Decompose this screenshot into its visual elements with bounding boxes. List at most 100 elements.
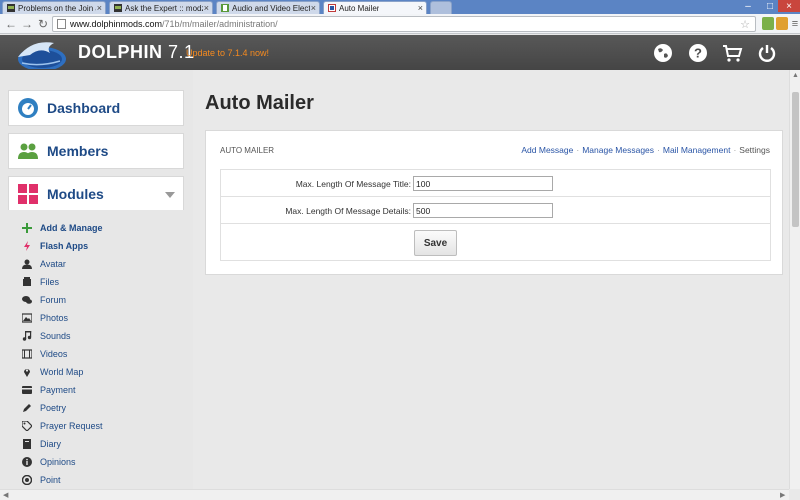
vertical-scrollbar[interactable]: ▲ bbox=[789, 70, 800, 489]
panel-title: AUTO MAILER bbox=[220, 146, 275, 155]
tab-close-icon[interactable]: × bbox=[204, 3, 209, 13]
address-bar[interactable]: www.dolphinmods.com/71b/m/mailer/adminis… bbox=[52, 16, 756, 32]
sidebar-item-modules[interactable]: Modules bbox=[8, 176, 184, 212]
plus-icon bbox=[22, 223, 32, 233]
mail-management-link[interactable]: Mail Management bbox=[663, 145, 731, 155]
save-button[interactable]: Save bbox=[414, 230, 457, 256]
tab-label: Ask the Expert :: modzzz bbox=[125, 3, 203, 13]
help-icon[interactable]: ? bbox=[687, 42, 709, 64]
forum-icon bbox=[22, 295, 32, 305]
browser-tab-bar: Problems on the Join and × Ask the Exper… bbox=[0, 0, 800, 14]
module-item-label: Files bbox=[40, 277, 60, 287]
pencil-icon bbox=[22, 403, 32, 413]
module-item-prayer-request[interactable]: Prayer Request bbox=[22, 418, 103, 434]
module-item-opinions[interactable]: Opinions bbox=[22, 454, 76, 470]
title-length-input[interactable] bbox=[413, 176, 553, 191]
settings-current-link: Settings bbox=[739, 145, 770, 155]
browser-tab-3[interactable]: Audio and Video Electron × bbox=[216, 1, 320, 14]
book-icon bbox=[22, 439, 32, 449]
point-icon bbox=[22, 475, 32, 485]
module-item-label: Diary bbox=[40, 439, 62, 449]
tab-close-icon[interactable]: × bbox=[311, 3, 316, 13]
module-item-diary[interactable]: Diary bbox=[22, 436, 61, 452]
brand-name: DOLPHIN bbox=[78, 42, 163, 62]
module-item-forum[interactable]: Forum bbox=[22, 292, 66, 308]
form-row-title-length: Max. Length Of Message Title: bbox=[221, 170, 770, 197]
power-icon[interactable] bbox=[756, 42, 778, 64]
module-item-label: Prayer Request bbox=[40, 421, 103, 431]
chevron-down-icon[interactable] bbox=[165, 192, 175, 198]
module-item-label: Forum bbox=[40, 295, 67, 305]
forward-arrow-icon[interactable]: → bbox=[20, 17, 34, 31]
module-item-add-manage[interactable]: Add & Manage bbox=[22, 220, 103, 236]
panel-nav-links: Add Message · Manage Messages · Mail Man… bbox=[521, 145, 770, 155]
module-item-label: Payment bbox=[40, 385, 76, 395]
module-item-avatar[interactable]: Avatar bbox=[22, 256, 66, 272]
cart-icon[interactable] bbox=[721, 42, 743, 64]
files-icon bbox=[22, 277, 32, 287]
sidebar-label: Modules bbox=[47, 186, 104, 202]
sidebar-item-members[interactable]: Members bbox=[8, 133, 184, 169]
site-favicon-icon bbox=[221, 4, 229, 12]
sidebar-item-dashboard[interactable]: Dashboard bbox=[8, 90, 184, 126]
info-icon bbox=[22, 457, 32, 467]
browser-toolbar: ← → ↻ www.dolphinmods.com/71b/m/mailer/a… bbox=[0, 14, 800, 34]
add-message-link[interactable]: Add Message bbox=[521, 145, 573, 155]
menu-icon[interactable]: ≡ bbox=[788, 17, 800, 31]
scroll-up-icon[interactable]: ▲ bbox=[792, 72, 799, 79]
tab-label: Audio and Video Electron bbox=[232, 3, 310, 13]
avatar-icon bbox=[22, 259, 32, 269]
manage-messages-link[interactable]: Manage Messages bbox=[582, 145, 654, 155]
browser-tab-4-active[interactable]: Auto Mailer × bbox=[323, 1, 427, 14]
extension-icon[interactable] bbox=[776, 17, 788, 30]
tab-close-icon[interactable]: × bbox=[418, 3, 423, 13]
flash-icon bbox=[22, 241, 32, 251]
browser-tab-1[interactable]: Problems on the Join and × bbox=[2, 1, 106, 14]
sidebar-label: Dashboard bbox=[47, 100, 121, 116]
module-item-point[interactable]: Point bbox=[22, 472, 61, 488]
module-item-poetry[interactable]: Poetry bbox=[22, 400, 66, 416]
bookmark-star-icon[interactable]: ☆ bbox=[740, 18, 750, 31]
module-item-videos[interactable]: Videos bbox=[22, 346, 67, 362]
videos-icon bbox=[22, 349, 32, 359]
module-item-world-map[interactable]: World Map bbox=[22, 364, 83, 380]
vertical-scroll-thumb[interactable] bbox=[792, 92, 799, 227]
link-separator: · bbox=[733, 145, 737, 155]
link-separator: · bbox=[576, 145, 580, 155]
module-item-label: Flash Apps bbox=[40, 241, 89, 251]
tag-icon bbox=[22, 421, 32, 431]
module-item-flash-apps[interactable]: Flash Apps bbox=[22, 238, 88, 254]
window-close-icon[interactable]: × bbox=[778, 0, 800, 12]
module-item-payment[interactable]: Payment bbox=[22, 382, 76, 398]
tab-close-icon[interactable]: × bbox=[97, 3, 102, 13]
module-item-files[interactable]: Files bbox=[22, 274, 59, 290]
extension-icon[interactable] bbox=[762, 17, 774, 30]
new-tab-button[interactable] bbox=[430, 1, 452, 14]
site-favicon-icon bbox=[114, 4, 122, 12]
details-length-input[interactable] bbox=[413, 203, 553, 218]
tab-label: Auto Mailer bbox=[339, 3, 380, 13]
payment-icon bbox=[22, 385, 32, 395]
module-item-sounds[interactable]: Sounds bbox=[22, 328, 71, 344]
details-length-label: Max. Length Of Message Details: bbox=[285, 206, 411, 216]
reload-icon[interactable]: ↻ bbox=[36, 17, 50, 31]
scroll-right-icon[interactable]: ▶ bbox=[780, 491, 785, 499]
minimize-icon[interactable]: – bbox=[737, 0, 759, 12]
update-link[interactable]: Update to 7.1.4 now! bbox=[186, 48, 269, 58]
link-separator: · bbox=[657, 145, 660, 155]
scroll-left-icon[interactable]: ◀ bbox=[3, 491, 8, 499]
globe-icon[interactable] bbox=[652, 42, 674, 64]
browser-tab-2[interactable]: Ask the Expert :: modzzz × bbox=[109, 1, 213, 14]
page-title: Auto Mailer bbox=[205, 92, 314, 114]
module-item-label: World Map bbox=[40, 367, 84, 377]
photos-icon bbox=[22, 313, 32, 323]
brand-title: DOLPHIN 7.1 bbox=[78, 42, 195, 63]
url-host: www.dolphinmods.com bbox=[70, 19, 163, 29]
horizontal-scrollbar[interactable]: ◀ ▶ bbox=[0, 489, 789, 500]
title-length-label: Max. Length Of Message Title: bbox=[295, 179, 411, 189]
module-item-label: Videos bbox=[40, 349, 68, 359]
module-item-photos[interactable]: Photos bbox=[22, 310, 68, 326]
dolphin-logo-icon[interactable] bbox=[10, 37, 68, 69]
back-arrow-icon[interactable]: ← bbox=[4, 17, 18, 31]
svg-text:?: ? bbox=[694, 46, 702, 61]
